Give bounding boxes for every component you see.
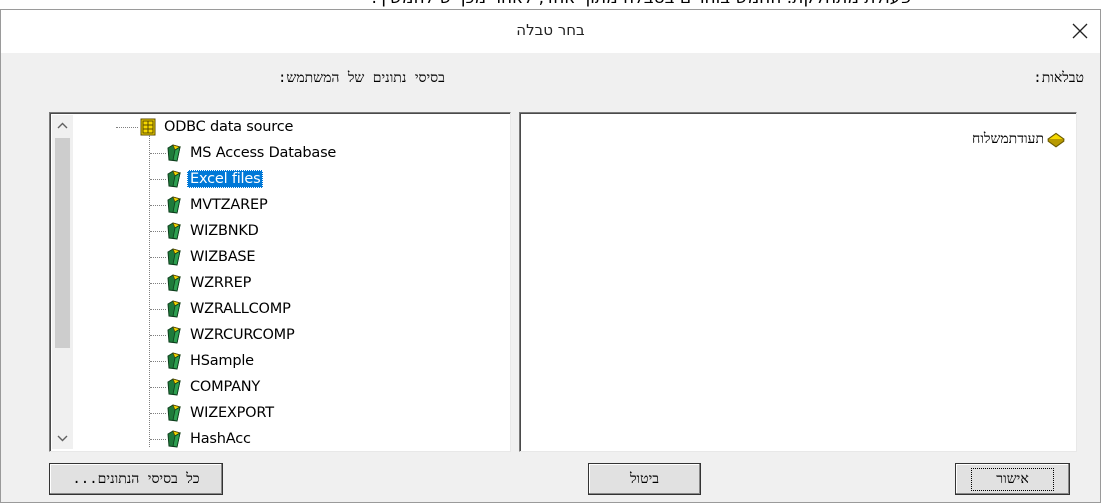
chevron-down-icon (57, 435, 68, 442)
data-source-icon (167, 352, 181, 370)
table-item-label: תעודתמשלוח (972, 130, 1044, 147)
tree-item[interactable]: MVTZAREP (164, 193, 271, 217)
background-document-text: פעולת מתחלקת. החמש בוחרים בטבלה מתוך אחד… (372, 0, 911, 8)
tree-item-label: WZRCURCOMP (190, 327, 295, 343)
table-icon (1047, 132, 1065, 148)
table-item[interactable]: תעודתמשלוח (972, 129, 1066, 149)
database-tree: ODBC data source MS Access Database Excel … (74, 115, 506, 449)
scroll-down-button[interactable] (52, 428, 73, 449)
chevron-up-icon (57, 122, 68, 129)
data-source-icon (167, 300, 181, 318)
tables-list-panel[interactable]: תעודתמשלוח (519, 112, 1077, 452)
tree-item-label: COMPANY (190, 379, 261, 395)
close-button[interactable] (1062, 14, 1098, 48)
data-source-icon (167, 222, 181, 240)
ok-button[interactable]: אישור (955, 463, 1070, 495)
tree-root-odbc[interactable]: ODBC data source (138, 115, 296, 139)
tree-item[interactable]: WZRALLCOMP (164, 297, 294, 321)
tree-item-label: WIZBNKD (190, 223, 259, 239)
tree-item[interactable]: COMPANY (164, 375, 263, 399)
tree-item-label: WZRALLCOMP (190, 301, 291, 317)
tree-item-label: HashAcc (190, 431, 251, 447)
data-source-icon (167, 274, 181, 292)
tree-item[interactable]: Excel files (164, 167, 264, 191)
select-table-dialog: בחר טבלה בסיסי נתונים של המשתמש: טבלאות:… (0, 9, 1101, 503)
ok-button-label: אישור (971, 467, 1054, 491)
background-document-strip: פעולת מתחלקת. החמש בוחרים בטבלה מתוך אחד… (0, 0, 1101, 9)
data-source-icon (167, 326, 181, 344)
data-source-icon (167, 144, 181, 162)
all-databases-button[interactable]: כל בסיסי הנתונים... (49, 463, 223, 495)
title-bar: בחר טבלה (1, 10, 1100, 53)
data-source-icon (167, 196, 181, 214)
tree-item[interactable]: WIZBNKD (164, 219, 262, 243)
cancel-button[interactable]: ביטול (588, 463, 701, 495)
user-databases-label: בסיסי נתונים של המשתמש: (278, 70, 445, 86)
tree-item-label: HSample (190, 353, 254, 369)
data-source-icon (167, 430, 181, 448)
data-source-icon (167, 378, 181, 396)
close-icon (1072, 23, 1088, 39)
tree-item[interactable]: WZRCURCOMP (164, 323, 298, 347)
tree-connector (116, 127, 138, 128)
database-icon (140, 118, 156, 136)
database-tree-panel[interactable]: ODBC data source MS Access Database Excel … (49, 112, 511, 452)
tree-item-label: Excel files (187, 170, 264, 188)
tree-scrollbar[interactable] (52, 115, 73, 449)
tree-item[interactable]: HashAcc (164, 427, 254, 451)
tree-root-label: ODBC data source (164, 119, 294, 135)
scrollbar-thumb[interactable] (55, 138, 70, 348)
data-source-icon (167, 248, 181, 266)
tree-item[interactable]: MS Access Database (164, 141, 339, 165)
tree-item-label: WIZBASE (190, 249, 256, 265)
tables-label: טבלאות: (1033, 70, 1084, 86)
tree-item[interactable]: HSample (164, 349, 257, 373)
data-source-icon (167, 404, 181, 422)
scroll-up-button[interactable] (52, 115, 73, 136)
dialog-title: בחר טבלה (516, 21, 585, 39)
tree-connector (149, 135, 150, 447)
tree-item-label: WZRREP (190, 275, 252, 291)
tree-item-label: MS Access Database (190, 145, 337, 161)
tree-item-label: WIZEXPORT (190, 405, 274, 421)
tree-item[interactable]: WIZEXPORT (164, 401, 277, 425)
tree-item[interactable]: WIZBASE (164, 245, 258, 269)
tree-item-label: MVTZAREP (190, 197, 268, 213)
tree-item[interactable]: WZRREP (164, 271, 254, 295)
data-source-icon (167, 170, 181, 188)
